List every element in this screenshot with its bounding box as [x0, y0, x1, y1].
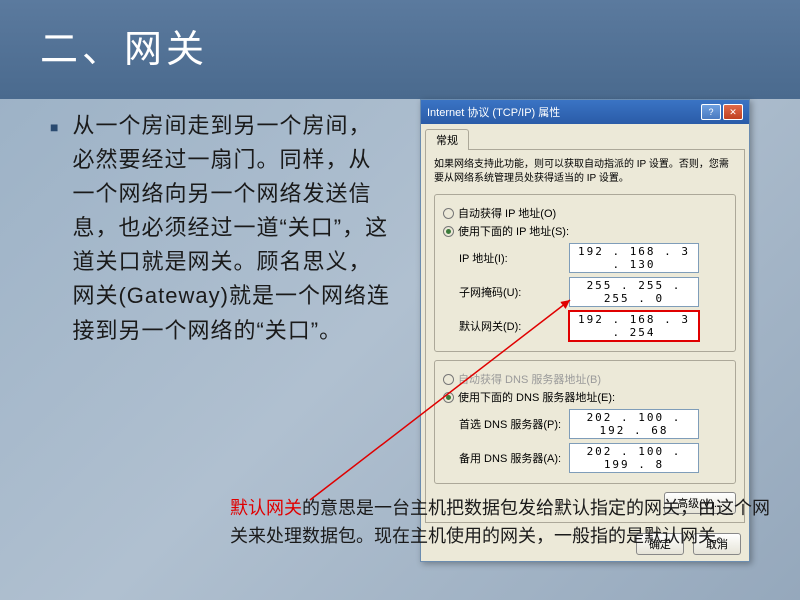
footer-note: 默认网关的意思是一台主机把数据包发给默认指定的网关，由这个网关来处理数据包。现在…	[230, 495, 770, 551]
dns1-label: 首选 DNS 服务器(P):	[459, 416, 569, 432]
mask-input[interactable]: 255 . 255 . 255 . 0	[569, 277, 699, 307]
tab-body: 如果网络支持此功能，则可以获取自动指派的 IP 设置。否则，您需要从网络系统管理…	[425, 149, 745, 523]
gateway-label: 默认网关(D):	[459, 318, 569, 334]
tab-strip: 常规	[421, 124, 749, 149]
tab-general[interactable]: 常规	[425, 129, 469, 150]
dialog-titlebar: Internet 协议 (TCP/IP) 属性 ? ✕	[421, 100, 749, 124]
main-paragraph: 从一个房间走到另一个房间，必然要经过一扇门。同样，从一个网络向另一个网络发送信息…	[72, 109, 390, 348]
mask-label: 子网掩码(U):	[459, 284, 569, 300]
radio-use-dns-label: 使用下面的 DNS 服务器地址(E):	[458, 389, 615, 405]
dns2-label: 备用 DNS 服务器(A):	[459, 450, 569, 466]
radio-auto-dns-label: 自动获得 DNS 服务器地址(B)	[458, 371, 601, 387]
tcpip-dialog: Internet 协议 (TCP/IP) 属性 ? ✕ 常规 如果网络支持此功能…	[420, 99, 750, 562]
ip-input[interactable]: 192 . 168 . 3 . 130	[569, 243, 699, 273]
radio-auto-dns: 自动获得 DNS 服务器地址(B)	[443, 371, 727, 387]
radio-auto-ip-label: 自动获得 IP 地址(O)	[458, 205, 556, 221]
bullet-icon: ■	[50, 119, 58, 348]
dialog-title-text: Internet 协议 (TCP/IP) 属性	[427, 104, 701, 120]
content-area: ■ 从一个房间走到另一个房间，必然要经过一扇门。同样，从一个网络向另一个网络发送…	[0, 99, 800, 348]
help-button[interactable]: ?	[701, 104, 721, 120]
ip-group: 自动获得 IP 地址(O) 使用下面的 IP 地址(S): IP 地址(I): …	[434, 194, 736, 352]
footer-rest: 的意思是一台主机把数据包发给默认指定的网关，由这个网关来处理数据包。现在主机使用…	[230, 498, 770, 546]
right-column: Internet 协议 (TCP/IP) 属性 ? ✕ 常规 如果网络支持此功能…	[390, 109, 770, 348]
slide-title: 二、网关	[0, 0, 800, 99]
ip-label: IP 地址(I):	[459, 250, 569, 266]
radio-use-dns[interactable]: 使用下面的 DNS 服务器地址(E):	[443, 389, 727, 405]
dns2-input[interactable]: 202 . 100 . 199 . 8	[569, 443, 699, 473]
dns1-input[interactable]: 202 . 100 . 192 . 68	[569, 409, 699, 439]
close-button[interactable]: ✕	[723, 104, 743, 120]
radio-use-ip-label: 使用下面的 IP 地址(S):	[458, 223, 569, 239]
left-column: ■ 从一个房间走到另一个房间，必然要经过一扇门。同样，从一个网络向另一个网络发送…	[50, 109, 390, 348]
dns-group: 自动获得 DNS 服务器地址(B) 使用下面的 DNS 服务器地址(E): 首选…	[434, 360, 736, 484]
dialog-description: 如果网络支持此功能，则可以获取自动指派的 IP 设置。否则，您需要从网络系统管理…	[434, 158, 736, 186]
radio-use-ip[interactable]: 使用下面的 IP 地址(S):	[443, 223, 727, 239]
gateway-input[interactable]: 192 . 168 . 3 . 254	[569, 311, 699, 341]
footer-red-term: 默认网关	[230, 498, 302, 518]
radio-auto-ip[interactable]: 自动获得 IP 地址(O)	[443, 205, 727, 221]
